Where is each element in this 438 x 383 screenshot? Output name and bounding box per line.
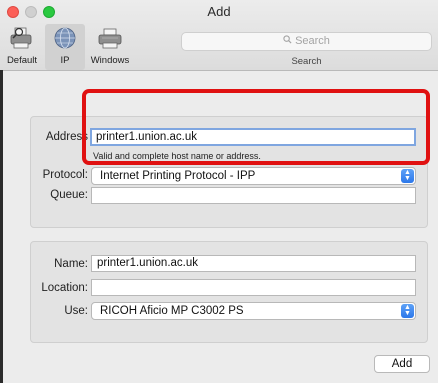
search-icon [283,33,292,50]
location-field[interactable] [91,279,416,296]
tab-default-label: Default [6,55,38,66]
printer-magnifier-icon [9,26,35,55]
use-label: Use: [64,305,88,317]
title-bar: Add Default IP Windows Search Search [0,0,438,71]
use-driver-value: RICOH Aficio MP C3002 PS [100,305,244,317]
queue-field[interactable] [91,187,416,204]
address-highlight-annotation [82,89,430,165]
select-arrows-icon: ▲ ▼ [401,169,414,183]
window-edge [0,70,3,383]
window-title: Add [207,4,231,19]
tab-ip[interactable]: IP [45,24,85,70]
protocol-select[interactable]: Internet Printing Protocol - IPP ▲ ▼ [91,167,416,185]
protocol-label: Protocol: [42,169,88,181]
use-driver-select[interactable]: RICOH Aficio MP C3002 PS ▲ ▼ [91,302,416,320]
location-label: Location: [41,282,88,294]
add-printer-window: Add Default IP Windows Search Search Add… [0,0,438,383]
select-arrows-icon: ▲ ▼ [401,304,414,318]
search-placeholder: Search [295,35,330,47]
search-field[interactable]: Search [181,32,432,51]
tab-windows-label: Windows [90,55,130,66]
add-button[interactable]: Add [374,355,430,373]
protocol-value: Internet Printing Protocol - IPP [100,170,256,182]
windows-printer-icon [97,26,123,55]
name-label: Name: [54,258,88,270]
name-field[interactable]: printer1.union.ac.uk [91,255,416,272]
queue-label: Queue: [50,189,88,201]
tab-windows[interactable]: Windows [87,24,133,70]
address-label: Address [45,131,88,143]
search-caption: Search [291,56,322,67]
globe-icon [52,26,78,55]
tab-default[interactable]: Default [1,24,43,70]
tab-ip-label: IP [60,55,70,66]
